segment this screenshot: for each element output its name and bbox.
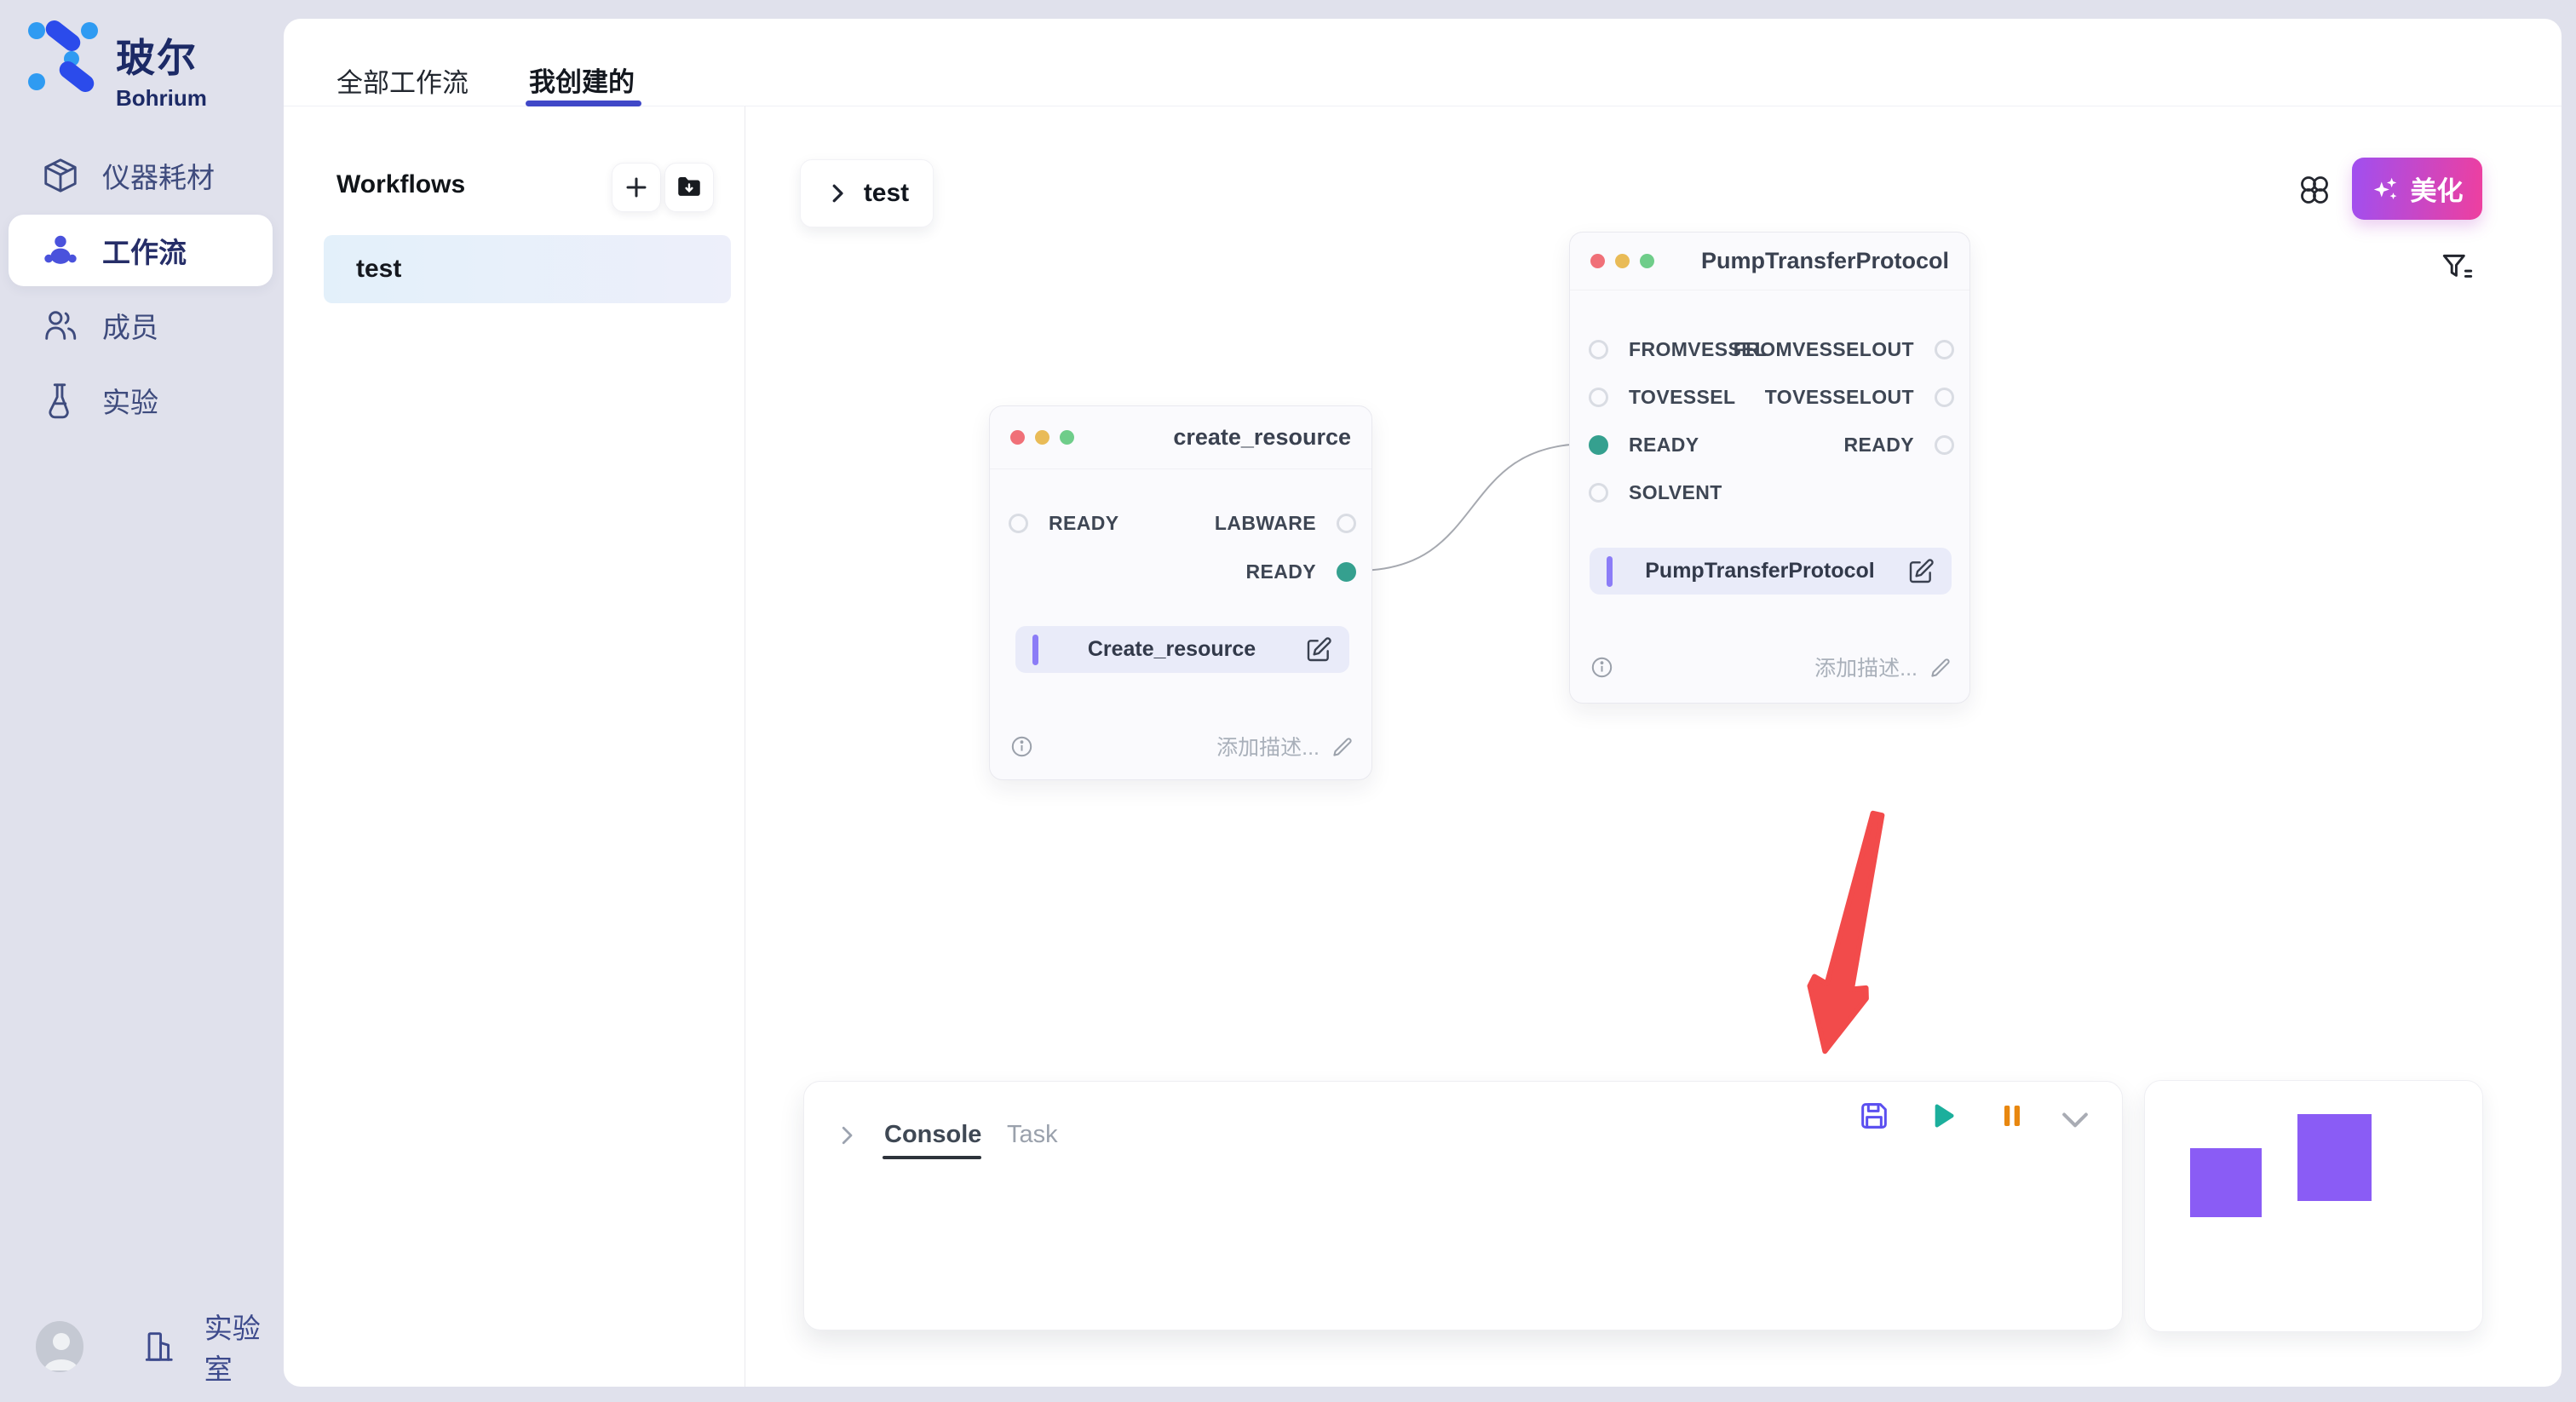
minimap-node-create-resource [2190, 1148, 2262, 1217]
traffic-red-icon [1010, 430, 1025, 445]
pause-icon[interactable] [1997, 1100, 2027, 1131]
console-expand-chevron-icon[interactable] [834, 1123, 860, 1148]
port-circle-connected[interactable] [1589, 435, 1608, 455]
breadcrumb-test[interactable]: test [800, 159, 934, 227]
port-circle-connected[interactable] [1337, 562, 1356, 582]
pencil-icon[interactable] [1929, 656, 1952, 679]
traffic-yellow-icon [1615, 254, 1630, 268]
node-header[interactable]: create_resource [990, 406, 1371, 469]
sidebar-item-instruments[interactable]: 仪器耗材 [9, 140, 273, 211]
workflow-item-name: test [356, 255, 401, 284]
input-port-tovessel[interactable]: TOVESSEL [1589, 382, 1735, 411]
workflows-panel-title: Workflows [336, 170, 465, 199]
beautify-label: 美化 [2411, 170, 2464, 208]
port-circle[interactable] [1935, 435, 1954, 455]
experiment-icon [41, 381, 80, 420]
traffic-green-icon [1060, 430, 1074, 445]
description-placeholder[interactable]: 添加描述... [1814, 652, 1918, 682]
package-icon [41, 156, 80, 195]
traffic-yellow-icon [1035, 430, 1049, 445]
description-placeholder[interactable]: 添加描述... [1216, 731, 1320, 761]
port-circle[interactable] [1935, 388, 1954, 407]
workflow-list-item[interactable]: test [324, 235, 731, 303]
tab-my-created[interactable]: 我创建的 [529, 60, 635, 99]
input-port-ready[interactable]: READY [1589, 430, 1699, 459]
port-circle[interactable] [1935, 340, 1954, 359]
add-workflow-button[interactable] [612, 163, 661, 212]
output-port-tovesselout[interactable]: TOVESSELOUT [1765, 382, 1954, 411]
sidebar-item-members[interactable]: 成员 [9, 290, 273, 361]
pencil-icon[interactable] [1331, 735, 1354, 758]
brand-name-cn: 玻尔 [116, 27, 207, 83]
tab-task[interactable]: Task [1007, 1121, 1058, 1149]
node-title: PumpTransferProtocol [1701, 248, 1949, 274]
minimap-node-pump-transfer [2297, 1114, 2372, 1201]
port-circle[interactable] [1589, 340, 1608, 359]
sidebar-item-label: 仪器耗材 [102, 155, 215, 196]
save-icon[interactable] [1857, 1099, 1891, 1133]
traffic-green-icon [1640, 254, 1654, 268]
workspace-label[interactable]: 实验室 [204, 1306, 284, 1388]
pill-accent-bar [1607, 556, 1613, 587]
port-circle[interactable] [1337, 514, 1356, 533]
sidebar-item-label: 实验 [102, 380, 158, 421]
output-port-ready[interactable]: READY [1245, 557, 1356, 586]
chevron-right-icon [825, 181, 850, 206]
output-port-fromvesselout[interactable]: FROMVESSELOUT [1734, 335, 1954, 364]
members-icon [41, 306, 80, 345]
info-icon[interactable] [1010, 735, 1033, 758]
sidebar-item-workflow[interactable]: 工作流 [9, 215, 273, 286]
brand-name-en: Bohrium [116, 85, 207, 112]
tab-console[interactable]: Console [884, 1121, 981, 1149]
node-header[interactable]: PumpTransferProtocol [1570, 233, 1969, 290]
port-circle[interactable] [1589, 388, 1608, 407]
run-play-icon[interactable] [1925, 1099, 1959, 1133]
sidebar-item-label: 工作流 [102, 230, 187, 271]
edit-icon[interactable] [1907, 558, 1935, 585]
output-port-ready[interactable]: READY [1843, 430, 1954, 459]
filter-icon[interactable] [2438, 249, 2477, 288]
team-icon [41, 231, 80, 270]
input-port-ready[interactable]: READY [1009, 509, 1119, 537]
workflow-node-create-resource[interactable]: create_resource READY LABWARE READY Crea… [989, 405, 1372, 780]
console-tab-underline [883, 1156, 981, 1159]
plus-icon [623, 174, 650, 201]
components-clover-icon[interactable] [2297, 173, 2332, 207]
port-circle[interactable] [1009, 514, 1028, 533]
node-title: create_resource [1173, 424, 1351, 451]
sidebar-item-label: 成员 [102, 305, 158, 346]
bohrium-logo-icon [26, 20, 100, 92]
traffic-red-icon [1590, 254, 1605, 268]
beautify-button[interactable]: 美化 [2352, 158, 2482, 220]
user-avatar[interactable] [36, 1321, 83, 1372]
folder-import-icon [675, 173, 704, 202]
workflow-node-pump-transfer[interactable]: PumpTransferProtocol FROMVESSEL TOVESSEL… [1569, 232, 1970, 704]
lab-building-icon [141, 1327, 178, 1366]
node-action-create-resource[interactable]: Create_resource [1015, 626, 1349, 673]
sparkles-icon [2372, 175, 2401, 204]
new-folder-button[interactable] [664, 163, 714, 212]
tab-all-workflows[interactable]: 全部工作流 [336, 61, 469, 100]
active-tab-underline [526, 101, 641, 106]
input-port-solvent[interactable]: SOLVENT [1589, 478, 1722, 507]
sidebar-item-experiment[interactable]: 实验 [9, 365, 273, 436]
info-icon[interactable] [1590, 656, 1613, 679]
edit-icon[interactable] [1305, 636, 1332, 664]
breadcrumb-label: test [864, 179, 909, 208]
collapse-chevron-down-icon[interactable] [2056, 1100, 2094, 1138]
output-port-labware[interactable]: LABWARE [1215, 509, 1356, 537]
minimap[interactable] [2144, 1080, 2483, 1332]
node-action-pump-transfer[interactable]: PumpTransferProtocol [1590, 548, 1952, 595]
port-circle[interactable] [1589, 483, 1608, 503]
sidebar: 玻尔 Bohrium 仪器耗材 工作流 成员 实验 实验室 [0, 0, 284, 1402]
pill-accent-bar [1032, 635, 1038, 665]
